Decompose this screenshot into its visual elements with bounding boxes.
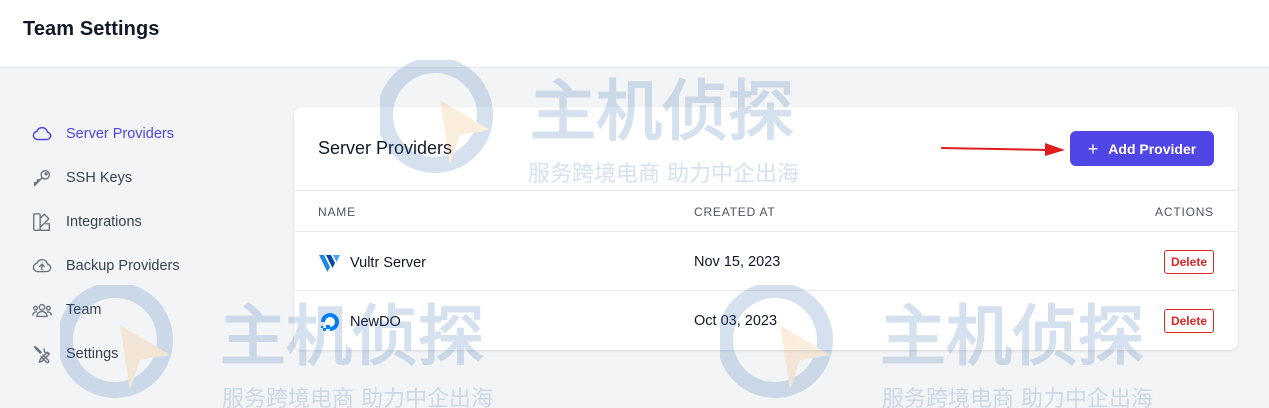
users-icon [30, 298, 54, 322]
sidebar-item-team[interactable]: Team [30, 288, 230, 332]
sidebar-item-label: Team [66, 302, 102, 318]
annotation-arrow-icon [941, 143, 1065, 156]
plus-icon: + [1087, 138, 1099, 159]
sidebar-item-settings[interactable]: Settings [30, 332, 230, 376]
table-row: Vultr Server Nov 15, 2023 Delete [294, 232, 1238, 291]
cloud-upload-icon [30, 254, 54, 278]
sidebar-item-integrations[interactable]: Integrations [30, 200, 230, 244]
table-header: NAME CREATED AT ACTIONS [294, 190, 1238, 232]
watermark-subtitle: 服务跨境电商 助力中企出海 [882, 387, 1153, 408]
created-at: Oct 03, 2023 [694, 313, 778, 329]
sidebar-nav: Server Providers SSH Keys Integrations B… [30, 112, 230, 376]
vultr-logo-icon [318, 251, 342, 275]
provider-name: NewDO [350, 314, 401, 330]
add-provider-label: Add Provider [1108, 140, 1197, 157]
cloud-icon [30, 122, 54, 146]
sidebar-item-label: Server Providers [66, 126, 174, 142]
sidebar-item-backup-providers[interactable]: Backup Providers [30, 244, 230, 288]
provider-name-cell: Vultr Server [318, 251, 426, 275]
provider-name: Vultr Server [350, 255, 427, 271]
card-title: Server Providers [318, 138, 453, 158]
column-header-actions: ACTIONS [1155, 205, 1214, 219]
delete-button[interactable]: Delete [1163, 250, 1214, 274]
tools-icon [30, 342, 54, 366]
digitalocean-logo-icon [318, 310, 342, 334]
sidebar-item-server-providers[interactable]: Server Providers [30, 112, 230, 156]
top-bar: Team Settings [0, 0, 1269, 68]
provider-name-cell: NewDO [318, 310, 401, 334]
sidebar-item-ssh-keys[interactable]: SSH Keys [30, 156, 230, 200]
add-provider-button[interactable]: + Add Provider [1070, 131, 1214, 166]
delete-button[interactable]: Delete [1163, 309, 1214, 333]
created-at: Nov 15, 2023 [694, 254, 781, 270]
sidebar-item-label: Backup Providers [66, 258, 180, 274]
page-title: Team Settings [23, 18, 160, 40]
column-header-created-at: CREATED AT [694, 205, 776, 219]
sidebar-item-label: SSH Keys [66, 170, 133, 186]
sidebar-item-label: Integrations [66, 214, 142, 230]
key-icon [30, 166, 54, 190]
column-header-name: NAME [318, 205, 356, 219]
table-row: NewDO Oct 03, 2023 Delete [294, 291, 1238, 350]
server-providers-card: Server Providers + Add Provider NAME CRE… [294, 107, 1238, 350]
swatch-icon [30, 210, 54, 234]
watermark-subtitle: 服务跨境电商 助力中企出海 [222, 387, 493, 408]
sidebar-item-label: Settings [66, 346, 119, 362]
